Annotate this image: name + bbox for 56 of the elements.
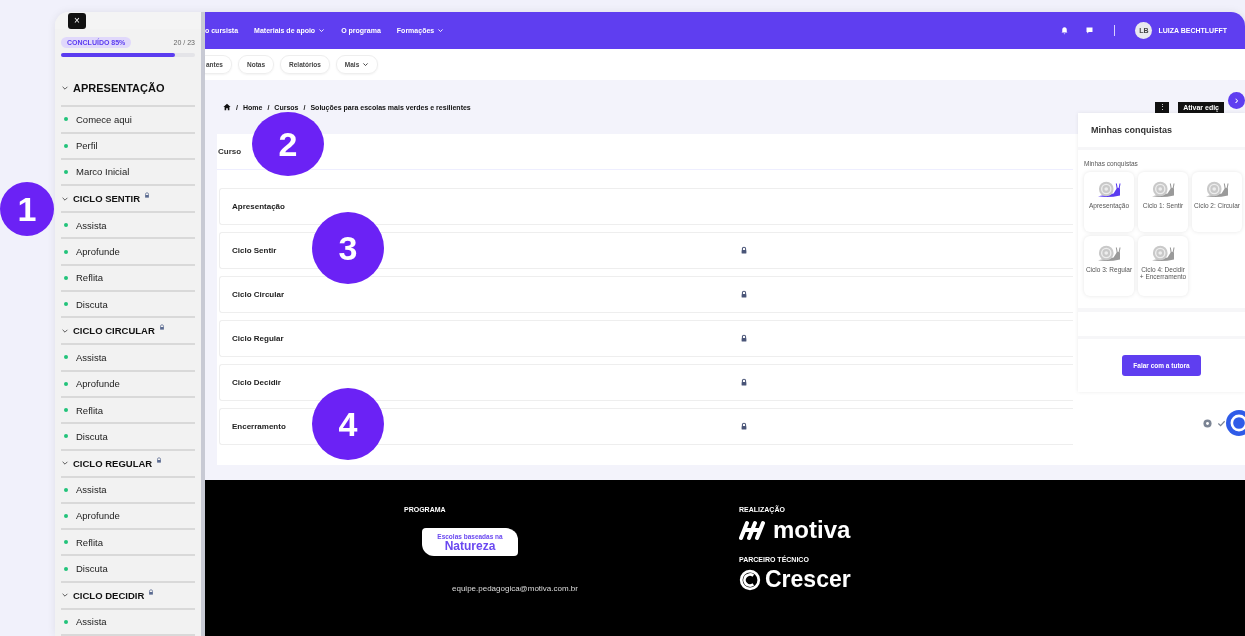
course-row[interactable]: Ciclo Regular xyxy=(219,320,1073,357)
settings-icon[interactable] xyxy=(1203,419,1212,428)
drawer-toggle-button[interactable]: › xyxy=(1228,92,1245,109)
sidebar-item[interactable]: Discuta xyxy=(61,556,195,583)
section-header[interactable]: CICLO REGULAR xyxy=(61,450,195,478)
sidebar-item[interactable]: Aprofunde xyxy=(61,371,195,398)
course-title[interactable]: Ciclo Circular xyxy=(232,290,284,299)
sidebar-item[interactable]: Perfil xyxy=(61,133,195,160)
step-marker: 1 xyxy=(0,182,54,236)
sidebar-item[interactable]: Aprofunde xyxy=(61,239,195,266)
sidebar-item[interactable]: Discuta xyxy=(61,292,195,319)
sidebar-item[interactable]: Reflita xyxy=(61,397,195,425)
motiva-logo: motiva xyxy=(773,518,851,542)
course-row[interactable]: Ciclo Decidir xyxy=(219,364,1073,401)
panel-title: Minhas conquistas xyxy=(1078,113,1245,147)
section-title: Curso xyxy=(218,147,242,156)
course-title[interactable]: Ciclo Regular xyxy=(232,334,284,343)
course-row[interactable]: Ciclo Circular xyxy=(219,276,1073,313)
course-title[interactable]: Ciclo Sentir xyxy=(232,246,277,255)
caret-icon[interactable] xyxy=(61,459,69,467)
sidebar-item[interactable]: Assista xyxy=(61,345,195,372)
course-title[interactable]: Encerramento xyxy=(232,422,286,431)
section-header[interactable]: CICLO DECIDIR xyxy=(61,582,195,610)
course-title[interactable]: Apresentação xyxy=(232,202,285,211)
crescer-logo: Crescer xyxy=(765,568,851,591)
lock-icon xyxy=(144,192,151,199)
email-link[interactable]: equipe.pedagogica@motiva.com.br xyxy=(452,584,739,593)
sidebar-item[interactable]: Aprofunde xyxy=(61,503,195,531)
section-header[interactable]: CICLO CIRCULAR xyxy=(61,318,195,346)
lock-icon xyxy=(158,324,165,331)
chevron-down-icon xyxy=(437,27,445,34)
check-icon[interactable] xyxy=(1217,419,1226,428)
chat-widget-icon[interactable] xyxy=(1226,410,1245,436)
chevron-down-icon xyxy=(318,27,326,34)
sidebar-item[interactable]: Assista xyxy=(61,609,195,636)
course-row[interactable]: Apresentação xyxy=(219,188,1073,225)
caret-icon[interactable] xyxy=(61,591,69,600)
section-header[interactable]: CICLO SENTIR xyxy=(61,186,195,214)
caret-icon[interactable] xyxy=(61,84,69,93)
lock-icon xyxy=(156,456,163,463)
home-icon[interactable] xyxy=(223,103,231,111)
ring-logo-icon xyxy=(739,568,761,591)
chevron-down-icon xyxy=(362,61,370,68)
sidebar-item[interactable]: Comece aqui xyxy=(61,107,195,134)
sidebar-item[interactable]: Discuta xyxy=(61,424,195,451)
sidebar-item[interactable]: Reflita xyxy=(61,530,195,557)
course-title[interactable]: Ciclo Decidir xyxy=(232,378,281,387)
close-button[interactable]: × xyxy=(68,12,86,29)
lock-icon xyxy=(148,588,155,595)
section-header[interactable]: APRESENTAÇÃO xyxy=(61,63,195,108)
sidebar-item[interactable]: Marco Inicial xyxy=(61,159,195,187)
bell-icon[interactable] xyxy=(1060,26,1070,35)
sidebar-item[interactable]: Assista xyxy=(61,477,195,504)
chat-icon[interactable] xyxy=(1085,26,1095,35)
sidebar-item[interactable]: Assista xyxy=(61,213,195,240)
sidebar-item[interactable]: Reflita xyxy=(61,265,195,293)
